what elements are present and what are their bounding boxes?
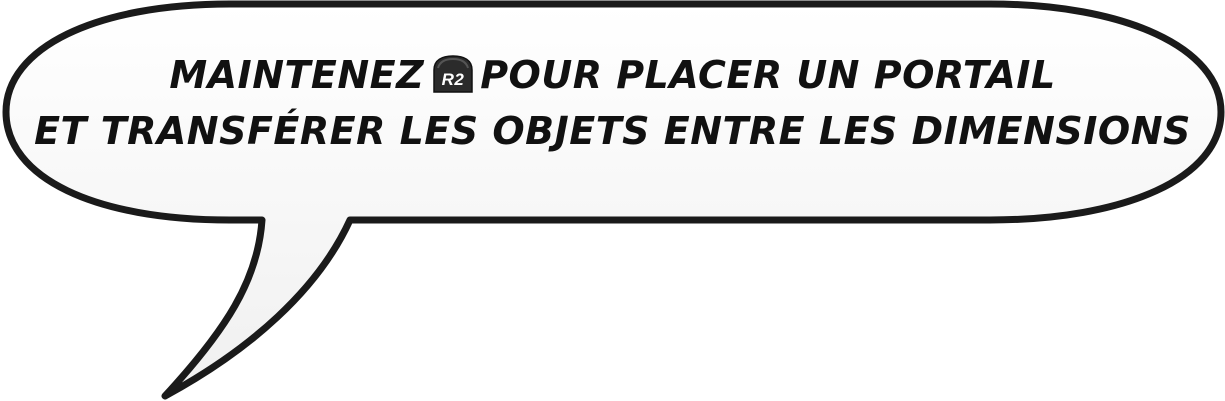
tutorial-prompt-text: MAINTENEZ R2 POUR PLACER UN PORTAIL ET T… — [20, 47, 1205, 159]
prompt-line-1: MAINTENEZ R2 POUR PLACER UN PORTAIL — [20, 47, 1205, 103]
prompt-line-2: ET TRANSFÉRER LES OBJETS ENTRE LES DIMEN… — [34, 109, 1191, 153]
tutorial-speech-bubble: MAINTENEZ R2 POUR PLACER UN PORTAIL ET T… — [0, 0, 1225, 401]
prompt-hold-text: MAINTENEZ — [169, 53, 425, 97]
prompt-action-text: POUR PLACER UN PORTAIL — [480, 53, 1056, 97]
r2-button-icon: R2 — [430, 53, 476, 109]
r2-button-label: R2 — [442, 70, 465, 89]
